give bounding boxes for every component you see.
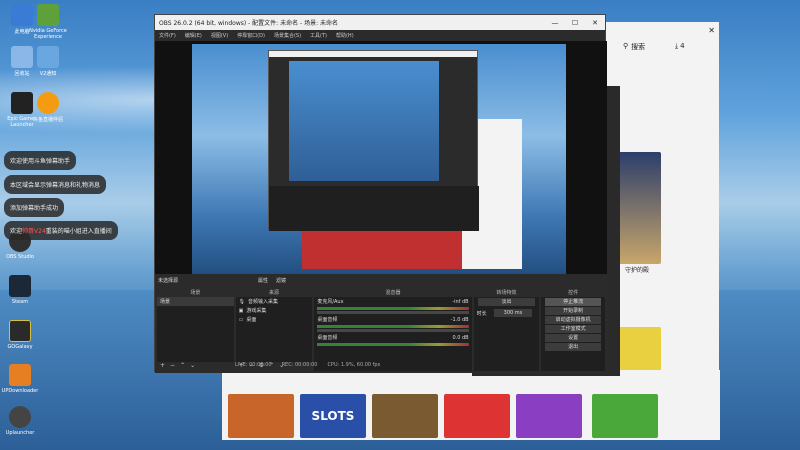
desktop-icon-gog[interactable]: GOGalaxy <box>0 320 40 350</box>
chat-message: 添加弹幕助手成功 <box>4 198 65 217</box>
window-title: OBS 26.0.2 (64 bit, windows) - 配置文件: 未命名… <box>159 20 339 27</box>
store-search[interactable]: ⚲ 搜索 <box>623 42 645 52</box>
source-item[interactable]: 🎙 音频输入采集 <box>236 297 313 306</box>
game-tile[interactable] <box>228 394 294 438</box>
close-icon[interactable]: ✕ <box>708 26 715 35</box>
app-icon <box>37 46 59 68</box>
panel-header: 控件 <box>541 289 605 297</box>
mic-icon: 🎙 <box>238 298 246 305</box>
cpu-fps: CPU: 1.9%, 60.00 fps <box>327 362 381 368</box>
desktop-icon-v2[interactable]: V2通知 <box>28 46 68 77</box>
panel-header: 场景 <box>157 289 234 297</box>
menu-help[interactable]: 帮助(H) <box>336 32 354 39</box>
desktop-icon-geforce[interactable]: Nvidia GeForce Experience <box>28 4 68 40</box>
menu-view[interactable]: 视图(V) <box>211 32 228 39</box>
steam-icon <box>9 275 31 297</box>
source-item[interactable]: ▣ 游戏采集 <box>236 306 313 315</box>
down-icon[interactable]: ⌄ <box>190 362 195 371</box>
panel-header: 来源 <box>235 289 313 297</box>
game-title: 守护的殿 <box>625 267 650 274</box>
no-source-label: 未选择源 <box>158 278 179 284</box>
menu-file[interactable]: 文件(F) <box>159 32 176 39</box>
nvidia-icon <box>37 4 59 26</box>
scene-item[interactable]: 场景 <box>157 297 234 306</box>
obs-statusbar: LIVE: 00:00:00 REC: 00:00:00 CPU: 1.9%, … <box>235 360 605 370</box>
launcher-icon <box>9 406 31 428</box>
gog-icon <box>9 320 31 342</box>
transition-select[interactable]: 淡出 <box>477 298 536 306</box>
volume-slider[interactable] <box>317 329 469 332</box>
chat-message: 欢迎使用斗鱼弹幕助手 <box>4 151 77 170</box>
maximize-icon[interactable]: ☐ <box>565 19 585 27</box>
settings-button[interactable]: 设置 <box>545 334 601 342</box>
game-tile[interactable] <box>372 394 438 438</box>
filters-tab[interactable]: 滤镜 <box>276 277 286 284</box>
slots-tile[interactable]: SLOTS <box>300 394 366 438</box>
volume-meter <box>317 343 469 346</box>
chat-message: 本区域会显示弹幕消息和礼物消息 <box>4 175 107 194</box>
desktop-icon-douyu[interactable]: 斗鱼直播伴侣 <box>28 92 68 123</box>
monitor-icon: ▭ <box>238 316 244 323</box>
up-icon[interactable]: ⌃ <box>180 362 185 371</box>
desktop-icon-uplauncher[interactable]: Uplauncher <box>0 406 40 436</box>
volume-meter <box>317 325 469 328</box>
desktop-icon-steam[interactable]: Steam <box>0 275 40 305</box>
source-item[interactable]: ▭ 桌面 <box>236 315 313 324</box>
obs-titlebar[interactable]: OBS 26.0.2 (64 bit, windows) - 配置文件: 未命名… <box>155 15 605 30</box>
game-tile[interactable] <box>516 394 582 438</box>
transitions-panel: 转场特效 淡出 时长 300 ms <box>473 289 540 371</box>
duration-input[interactable]: 300 ms <box>493 309 533 317</box>
sources-panel: 来源 🎙 音频输入采集 ▣ 游戏采集 ▭ 桌面 + − ⚙ ⌃ ⌄ <box>235 289 313 371</box>
volume-meter <box>317 307 469 310</box>
source-toolbar: 未选择源 属性 滤镜 <box>155 274 607 287</box>
minimize-icon[interactable]: — <box>545 19 565 27</box>
panel-header: 转场特效 <box>473 289 540 297</box>
controls-panel: 控件 停止推流 开始录制 启动虚拟摄像机 工作室模式 设置 退出 <box>541 289 605 371</box>
stop-streaming-button[interactable]: 停止推流 <box>545 298 601 306</box>
mixer-channel: 桌面音频 0.0 dB <box>317 334 469 342</box>
virtual-camera-button[interactable]: 启动虚拟摄像机 <box>545 316 601 324</box>
desktop-icon-up[interactable]: UPDownloader <box>0 364 40 394</box>
exit-button[interactable]: 退出 <box>545 343 601 351</box>
remove-icon[interactable]: − <box>170 362 175 371</box>
mixer-panel: 混音器 麦克风/Aux -inf dB 桌面音频 -1.0 dB 桌面音频 0.0 d… <box>314 289 472 371</box>
studio-mode-button[interactable]: 工作室模式 <box>545 325 601 333</box>
chat-message: 欢迎帅哥V24重装的喵小姐进入直播间 <box>4 221 118 240</box>
menu-scene-collection[interactable]: 场景集合(S) <box>274 32 301 39</box>
add-icon[interactable]: + <box>160 362 165 371</box>
menu-docks[interactable]: 停靠窗口(D) <box>237 32 265 39</box>
scene-tools: + − ⌃ ⌄ <box>157 362 234 371</box>
search-icon: ⚲ <box>623 42 629 50</box>
mixer-channel: 桌面音频 -1.0 dB <box>317 316 469 324</box>
live-time: LIVE: 00:00:00 <box>235 362 272 368</box>
douyu-icon <box>37 92 59 114</box>
store-downloads[interactable]: ⤓ 4 <box>675 42 685 51</box>
store-bottom-row: SLOTS <box>222 370 720 440</box>
menu-tools[interactable]: 工具(T) <box>310 32 327 39</box>
panel-header: 混音器 <box>314 289 472 297</box>
preview-nested-obs <box>268 50 479 231</box>
gamepad-icon: ▣ <box>238 307 244 314</box>
transition-duration: 时长 300 ms <box>474 307 540 319</box>
preview-game-tiles <box>302 229 462 269</box>
start-recording-button[interactable]: 开始录制 <box>545 307 601 315</box>
download-icon <box>9 364 31 386</box>
game-tile[interactable] <box>444 394 510 438</box>
menu-edit[interactable]: 编辑(E) <box>185 32 202 39</box>
game-tile[interactable] <box>619 152 661 264</box>
properties-tab[interactable]: 属性 <box>258 277 268 284</box>
menu-bar: 文件(F) 编辑(E) 视图(V) 停靠窗口(D) 场景集合(S) 工具(T) … <box>155 30 605 40</box>
game-tile[interactable] <box>592 394 658 438</box>
download-icon: ⤓ <box>675 42 679 50</box>
close-icon[interactable]: ✕ <box>585 19 605 27</box>
volume-slider[interactable] <box>317 311 469 314</box>
mixer-channel: 麦克风/Aux -inf dB <box>317 298 469 306</box>
rec-time: REC: 00:00:00 <box>281 362 318 368</box>
scenes-panel: 场景 场景 + − ⌃ ⌄ <box>157 289 234 371</box>
